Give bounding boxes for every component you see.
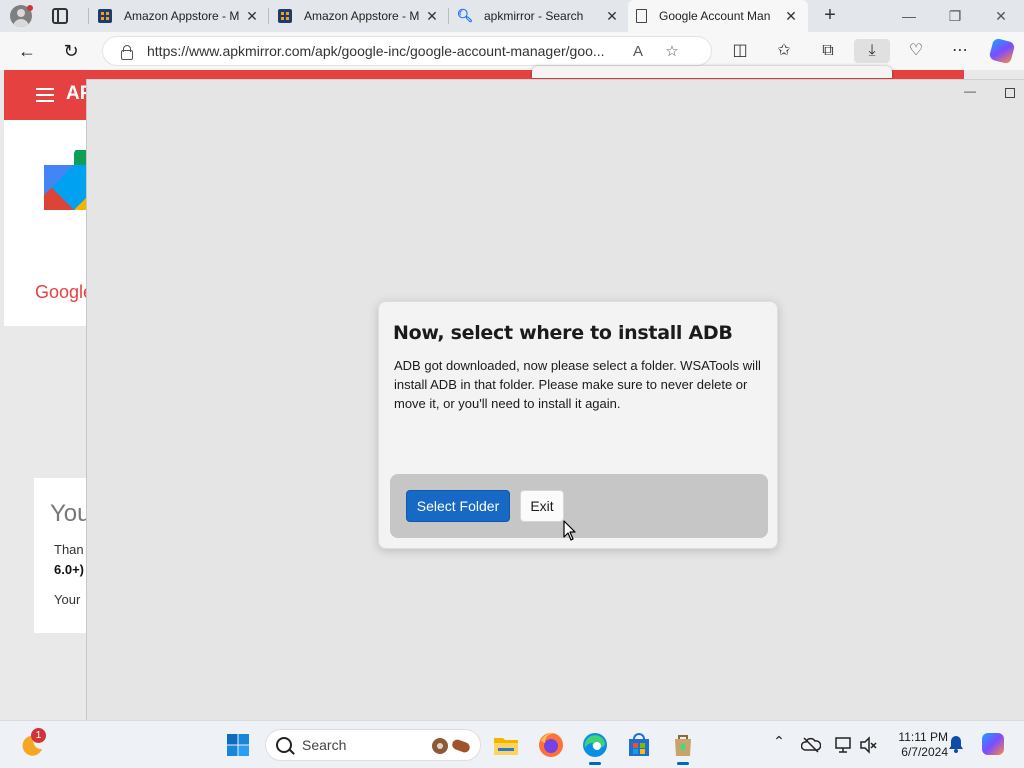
wsatools-icon xyxy=(675,735,691,756)
taskbar-search-placeholder: Search xyxy=(302,737,347,753)
show-hidden-icons-button[interactable]: ⌃ xyxy=(768,733,790,750)
exit-button[interactable]: Exit xyxy=(520,490,564,522)
dialog-button-bar: Select Folder Exit xyxy=(390,474,768,538)
dialog-title: Now, select where to install ADB xyxy=(393,322,733,344)
address-bar[interactable]: https://www.apkmirror.com/apk/google-inc… xyxy=(102,36,712,66)
tab-separator xyxy=(88,8,89,24)
taskbar-search-box[interactable]: Search xyxy=(265,729,481,761)
app-maximize-button[interactable] xyxy=(1005,88,1015,98)
select-folder-button[interactable]: Select Folder xyxy=(406,490,510,522)
refresh-button[interactable]: ↻ xyxy=(58,39,84,63)
app-name[interactable]: Google xyxy=(35,282,93,303)
favorites-icon[interactable]: ✩ xyxy=(771,39,797,63)
amazon-appstore-icon xyxy=(98,9,112,23)
wsatools-window: — Now, select where to install ADB ADB g… xyxy=(86,79,1024,720)
install-adb-dialog: Now, select where to install ADB ADB got… xyxy=(378,301,778,549)
weather-notification-badge: 1 xyxy=(31,728,46,743)
tab-amazon-appstore-2[interactable]: Amazon Appstore - M ✕ xyxy=(270,0,448,32)
tab-title: Amazon Appstore - M xyxy=(124,9,240,23)
add-favorite-icon[interactable]: ☆ xyxy=(659,42,685,60)
clock-time: 11:11 PM xyxy=(898,730,948,744)
tab-title: apkmirror - Search xyxy=(484,9,584,23)
downloads-icon[interactable]: ⤓ xyxy=(854,39,890,63)
tab-apkmirror-search[interactable]: 🔍︎ apkmirror - Search ✕ xyxy=(450,0,628,32)
more-options-icon[interactable]: ⋯ xyxy=(947,39,973,63)
taskbar: 1 Search ⌃ 11:11 PM 6/7/2024 xyxy=(0,720,1024,768)
firefox-icon[interactable] xyxy=(537,731,565,759)
info-card-text: Than xyxy=(54,542,84,557)
edge-taskbar-button[interactable] xyxy=(581,731,609,765)
profile-notification-dot xyxy=(27,5,33,11)
new-tab-button[interactable]: + xyxy=(818,4,842,28)
dialog-message: ADB got downloaded, now please select a … xyxy=(394,358,761,411)
tab-actions-icon[interactable] xyxy=(52,8,68,24)
tab-google-account-manager[interactable]: Google Account Man ✕ xyxy=(628,0,808,32)
search-highlight-icon xyxy=(432,738,470,754)
volume-muted-icon[interactable] xyxy=(858,735,878,755)
info-card-text: Your xyxy=(54,592,81,607)
browser-toolbar: ← ↻ https://www.apkmirror.com/apk/google… xyxy=(0,32,1024,70)
split-screen-icon[interactable]: ◫ xyxy=(727,39,753,63)
menu-icon[interactable] xyxy=(36,88,54,102)
system-clock[interactable]: 11:11 PM 6/7/2024 xyxy=(880,730,948,760)
minimize-button[interactable]: — xyxy=(886,0,932,32)
close-icon[interactable]: ✕ xyxy=(783,8,799,25)
tab-separator xyxy=(268,8,269,24)
search-icon xyxy=(276,737,292,753)
close-icon[interactable]: ✕ xyxy=(244,8,260,25)
clock-date: 6/7/2024 xyxy=(901,745,948,759)
search-icon: 🔍︎ xyxy=(456,8,474,23)
page-icon xyxy=(636,9,647,23)
tab-amazon-appstore-1[interactable]: Amazon Appstore - M ✕ xyxy=(90,0,268,32)
microsoft-store-icon[interactable] xyxy=(625,731,653,759)
tab-title: Amazon Appstore - M xyxy=(304,9,420,23)
url-text[interactable]: https://www.apkmirror.com/apk/google-inc… xyxy=(147,43,625,59)
tab-separator xyxy=(448,8,449,24)
app-minimize-button[interactable]: — xyxy=(964,84,976,98)
read-aloud-icon[interactable]: A xyxy=(625,43,651,60)
amazon-appstore-icon xyxy=(278,9,292,23)
info-card-text-bold: 6.0+) xyxy=(54,562,84,577)
windows-start-icon[interactable] xyxy=(227,734,249,756)
browser-tab-bar: Amazon Appstore - M ✕ Amazon Appstore - … xyxy=(0,0,1024,32)
close-icon[interactable]: ✕ xyxy=(604,8,620,25)
info-card-title: You xyxy=(50,500,91,527)
copilot-icon[interactable] xyxy=(988,37,1016,65)
file-explorer-icon[interactable] xyxy=(492,731,520,759)
browser-essentials-icon[interactable]: ♡ xyxy=(903,39,929,63)
notification-bell-icon[interactable] xyxy=(948,735,964,753)
onedrive-offline-icon[interactable] xyxy=(801,735,821,755)
edge-icon xyxy=(583,733,607,757)
mouse-cursor-icon xyxy=(563,520,576,541)
wsatools-taskbar-button[interactable] xyxy=(669,731,697,765)
collections-icon[interactable]: ⧉ xyxy=(815,39,841,63)
downloads-panel-edge xyxy=(532,66,892,78)
tab-title: Google Account Man xyxy=(659,9,771,23)
network-icon[interactable] xyxy=(834,735,854,755)
restore-button[interactable]: ❐ xyxy=(932,0,978,32)
copilot-taskbar-icon[interactable] xyxy=(982,733,1004,755)
lock-icon[interactable] xyxy=(119,44,133,60)
back-button[interactable]: ← xyxy=(14,39,40,63)
close-icon[interactable]: ✕ xyxy=(424,8,440,25)
close-window-button[interactable]: ✕ xyxy=(978,0,1024,32)
